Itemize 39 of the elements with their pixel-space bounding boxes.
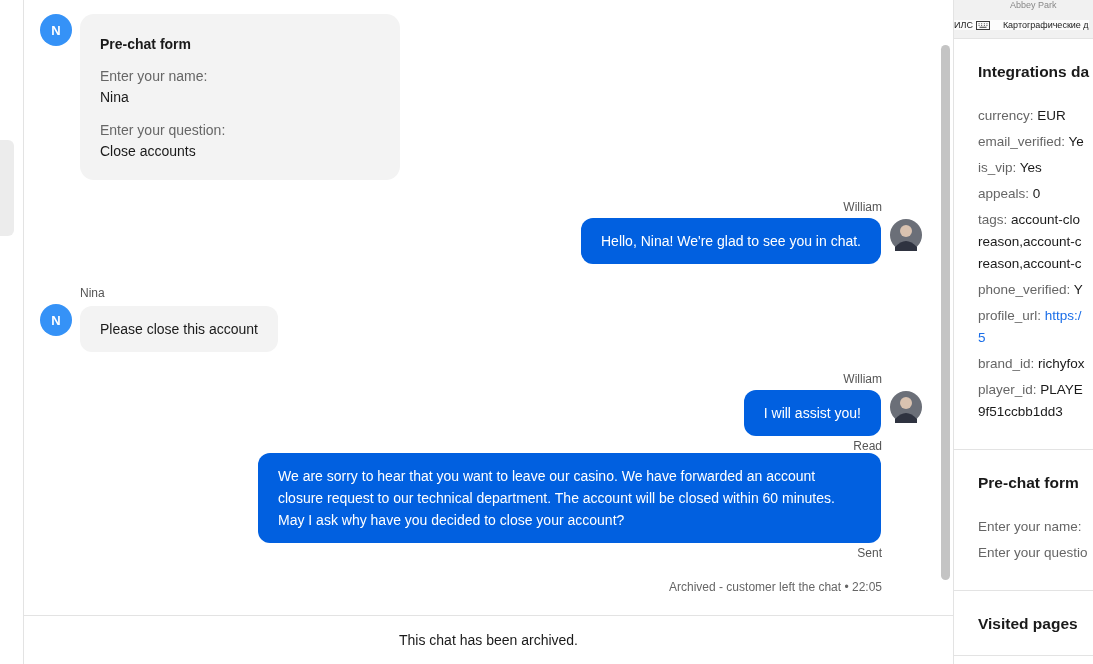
field-label: Enter your question:: [100, 121, 227, 140]
map-credit-link[interactable]: Картографические д: [1002, 20, 1089, 30]
message-bubble: Hello, Nina! We're glad to see you in chat.: [581, 218, 881, 264]
field-label: Enter your name:: [100, 67, 209, 86]
data-row-text: is_vip: Yes: [978, 159, 1043, 177]
keyboard-icon[interactable]: [975, 20, 990, 30]
person-avatar-icon: [890, 219, 922, 251]
message-status: Sent: [856, 546, 883, 560]
avatar: N: [40, 304, 72, 336]
archived-notice: This chat has been archived.: [399, 632, 578, 648]
field-value: Close accounts: [100, 142, 197, 161]
section-title: Visited pages: [978, 615, 1079, 633]
message-bubble: I will assist you!: [743, 390, 881, 436]
form-title: Pre-chat form: [100, 36, 193, 52]
author-name: Nina: [79, 286, 106, 300]
message-bubble: Please close this account: [80, 306, 278, 352]
map-place-label: Abbey Park: [1010, 0, 1057, 10]
data-row-text: tags: account-clo reason,account-c reason,account-c: [978, 211, 1083, 273]
data-row-text: currency: EUR: [978, 107, 1067, 125]
message-bubble: We are sorry to hear that you want to leave our casino. We have forwarded an account closure request to our technical department. The account will be closed within 60 minutes. May I ask why have you decided to close your account?: [258, 453, 881, 543]
message-status: Read: [852, 439, 883, 453]
data-row-text: phone_verified: Y: [978, 281, 1084, 299]
data-row-text: Enter your name:: [978, 518, 1083, 536]
data-row-text: brand_id: richyfox: [978, 355, 1086, 373]
data-row-text: appeals: 0: [978, 185, 1042, 203]
section-title: Integrations da: [978, 63, 1091, 81]
map-label: ИЛС: [954, 20, 973, 30]
data-row-text: player_id: PLAYE 9f51ccbb1dd3: [978, 381, 1084, 421]
system-note: Archived - customer left the chat • 22:05: [668, 580, 883, 594]
field-value: Nina: [100, 88, 130, 107]
scrollbar[interactable]: [941, 45, 950, 580]
author-name: William: [842, 372, 883, 386]
data-row-text: email_verified: Ye: [978, 133, 1085, 151]
data-row-text: profile_url: https:/ 5: [978, 307, 1083, 347]
data-row-text: Enter your questio: [978, 544, 1089, 562]
section-title: Pre-chat form: [978, 474, 1080, 492]
avatar: N: [40, 14, 72, 46]
person-avatar-icon: [890, 391, 922, 423]
author-name: William: [842, 200, 883, 214]
